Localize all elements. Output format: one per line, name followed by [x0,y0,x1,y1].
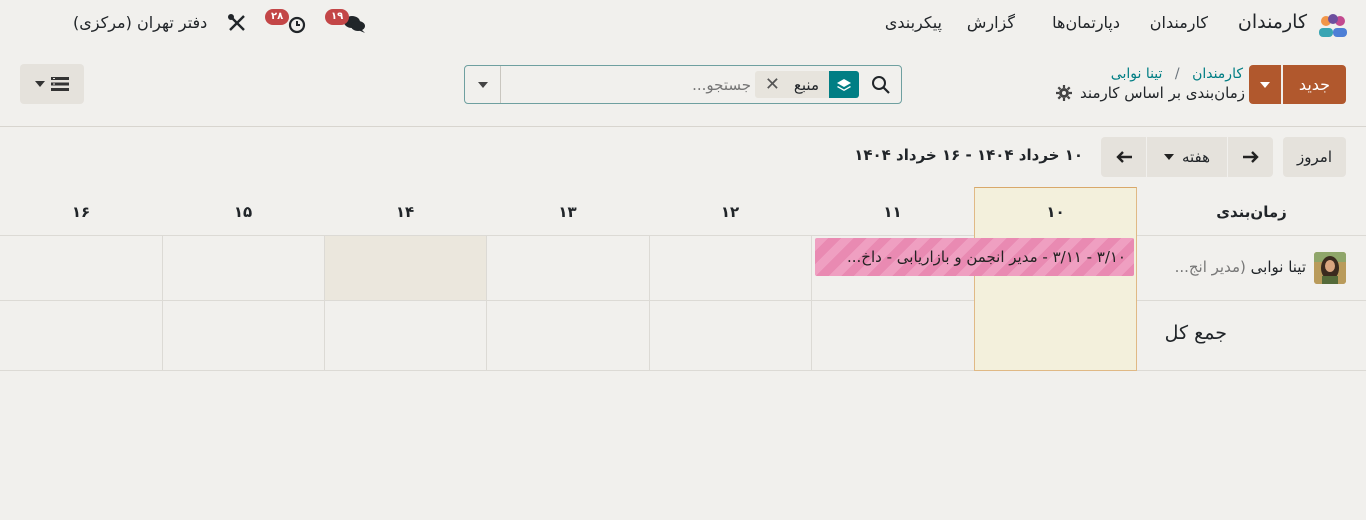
employees-app-icon[interactable] [1316,12,1350,38]
menu-configuration[interactable]: پیکربندی [885,12,942,34]
bottom-divider [0,370,1366,371]
row-header-title: زمان‌بندی [1216,203,1287,221]
new-button-label: جدید [1298,75,1331,94]
day-header[interactable]: ۱۵ [162,188,324,236]
view-title: زمان‌بندی بر اساس کارمند [1056,83,1245,103]
caret-down-icon [477,81,488,88]
app-name[interactable]: کارمندان [1238,11,1307,33]
arrow-left-icon [1115,151,1132,163]
control-panel-divider [0,126,1366,127]
new-dropdown-toggle[interactable] [1249,65,1281,104]
col-divider [649,236,650,371]
day-header[interactable]: ۱۶ [0,188,162,236]
menu-reporting[interactable]: گزارش [967,12,1015,34]
employee-job-title: (مدیر انج... [1174,258,1246,276]
today-button[interactable]: امروز [1283,137,1346,177]
gantt-view-icon [51,77,69,91]
menu-departments[interactable]: دپارتمان‌ها [1052,12,1120,34]
layers-icon [829,71,859,98]
employee-name: تینا نوابی [1250,258,1306,276]
day-header[interactable]: ۱۴ [324,188,486,236]
day-header[interactable]: ۱۰ [974,188,1137,236]
day-header[interactable]: ۱۳ [486,188,649,236]
company-switcher[interactable]: دفتر تهران (مرکزی) [73,12,207,34]
scale-label: هفته [1181,148,1211,166]
day-header[interactable]: ۱۲ [649,188,811,236]
view-title-text: زمان‌بندی بر اساس کارمند [1080,84,1245,102]
highlight-cell [325,236,486,300]
total-row-label: جمع کل [1164,322,1227,344]
facet-label: منبع [793,75,819,94]
arrow-right-icon [1242,151,1259,163]
col-divider [486,236,487,371]
day-header[interactable]: ۱۱ [811,188,974,236]
search-facet: منبع ✕ [754,71,859,98]
activities-badge: ۲۸ [265,9,290,25]
search-input[interactable] [503,71,751,98]
messages-badge: ۱۹ [325,9,350,25]
avatar [1314,252,1346,284]
col-divider [324,236,325,371]
breadcrumb: کارمندان / تینا نوابی [1111,64,1243,84]
scale-dropdown[interactable]: هفته [1147,137,1227,177]
employee-row-label[interactable]: تینا نوابی (مدیر انج... [1175,258,1306,276]
today-label: امروز [1297,148,1332,166]
facet-remove-icon[interactable]: ✕ [755,74,786,95]
top-navbar: کارمندان کارمندان دپارتمان‌ها گزارش پیکر… [0,0,1366,48]
shift-slot[interactable]: ۳/۱۰ - ۳/۱۱ - مدیر انجمن و بازاریابی - د… [815,238,1134,276]
date-range: ۱۰ خرداد ۱۴۰۴ - ۱۶ خرداد ۱۴۰۴ [854,146,1083,164]
gear-icon[interactable] [1056,85,1073,101]
caret-down-icon [35,81,45,87]
activity-clock-icon[interactable] [287,15,307,35]
breadcrumb-employees[interactable]: کارمندان [1192,66,1243,82]
shift-slot-text: ۳/۱۰ - ۳/۱۱ - مدیر انجمن و بازاریابی - د… [847,248,1126,266]
menu-employees[interactable]: کارمندان [1150,12,1208,34]
caret-down-icon [1260,81,1270,88]
search-bar: منبع ✕ [464,65,902,104]
view-switcher-button[interactable] [20,64,84,104]
col-divider [811,236,812,371]
search-options-toggle[interactable] [465,66,501,103]
breadcrumb-separator: / [1174,66,1180,82]
col-divider [162,236,163,371]
caret-down-icon [1163,154,1174,160]
debug-tools-icon[interactable] [227,13,247,33]
row-divider [0,300,1366,301]
next-period-button[interactable] [1228,137,1273,177]
breadcrumb-record[interactable]: تینا نوابی [1111,66,1163,82]
search-icon[interactable] [871,75,891,95]
previous-period-button[interactable] [1101,137,1146,177]
new-button[interactable]: جدید [1283,65,1346,104]
